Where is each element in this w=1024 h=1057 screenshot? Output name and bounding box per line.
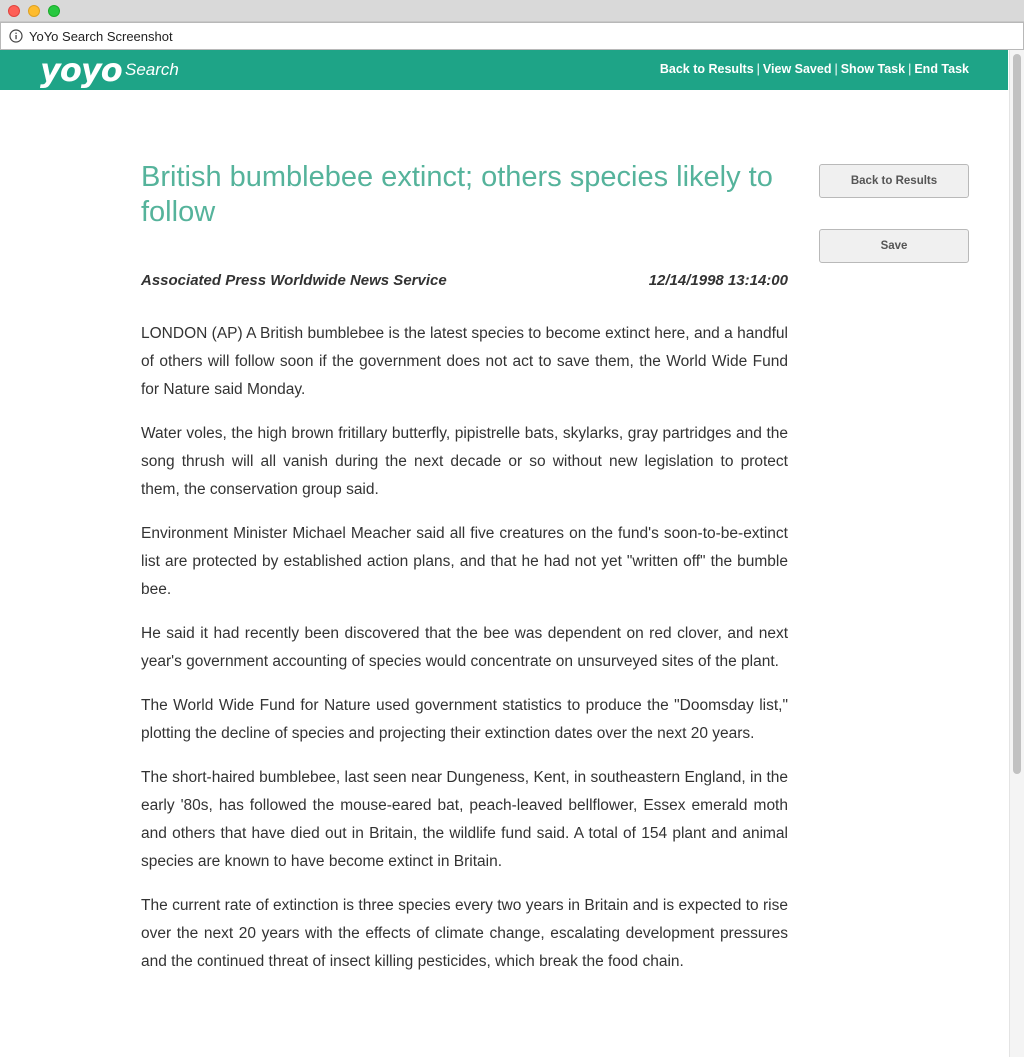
vertical-scrollbar[interactable]	[1009, 50, 1024, 1057]
window-title: YoYo Search Screenshot	[29, 29, 173, 44]
article: British bumblebee extinct; others specie…	[141, 160, 788, 992]
page-viewport: yoyo Search Back to Results | View Saved | S…	[0, 50, 1024, 1057]
nav-separator: |	[834, 62, 838, 76]
close-window-button[interactable]	[8, 5, 20, 17]
minimize-window-button[interactable]	[28, 5, 40, 17]
article-paragraph: The short-haired bumblebee, last seen ne…	[141, 769, 788, 870]
nav-separator: |	[756, 62, 760, 76]
scrollbar-thumb[interactable]	[1013, 54, 1021, 774]
article-paragraph: Environment Minister Michael Meacher sai…	[141, 525, 788, 598]
article-paragraph: LONDON (AP) A British bumblebee is the l…	[141, 325, 788, 398]
yoyo-logo[interactable]: yoyo	[40, 52, 123, 88]
article-datetime: 12/14/1998 13:14:00	[648, 272, 788, 289]
save-button[interactable]: Save	[819, 229, 969, 263]
logo-subtitle: Search	[125, 60, 179, 79]
nav-separator: |	[908, 62, 912, 76]
window-titlebar	[0, 0, 1024, 22]
site-header: yoyo Search Back to Results | View Saved | S…	[0, 50, 1008, 90]
info-icon[interactable]	[9, 29, 23, 43]
nav-end-task[interactable]: End Task	[914, 62, 969, 76]
article-paragraph: He said it had recently been discovered …	[141, 625, 788, 670]
article-paragraph: The current rate of extinction is three …	[141, 897, 788, 970]
article-paragraph: The World Wide Fund for Nature used gove…	[141, 697, 788, 742]
article-paragraph: Water voles, the high brown fritillary b…	[141, 425, 788, 498]
nav-back-to-results[interactable]: Back to Results	[660, 62, 754, 76]
article-source: Associated Press Worldwide News Service	[141, 272, 447, 289]
nav-view-saved[interactable]: View Saved	[763, 62, 832, 76]
back-to-results-button[interactable]: Back to Results	[819, 164, 969, 198]
header-nav: Back to Results | View Saved | Show Task | End…	[660, 62, 969, 76]
zoom-window-button[interactable]	[48, 5, 60, 17]
article-headline: British bumblebee extinct; others specie…	[141, 161, 773, 228]
address-bar[interactable]: YoYo Search Screenshot	[0, 22, 1024, 50]
article-byline: Associated Press Worldwide News Service …	[141, 272, 788, 292]
nav-show-task[interactable]: Show Task	[841, 62, 905, 76]
